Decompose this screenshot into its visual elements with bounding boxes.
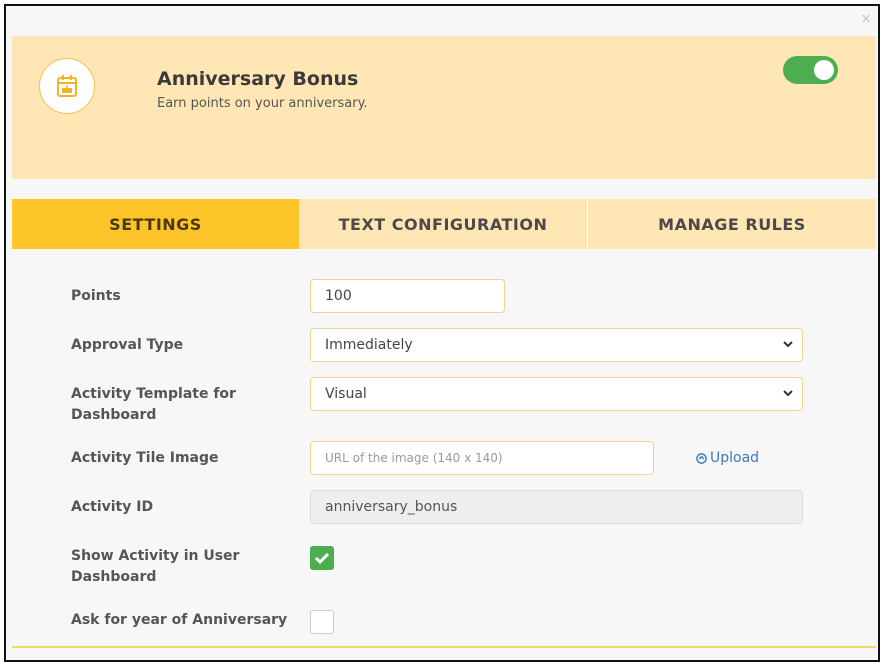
ask-year-label: Ask for year of Anniversary — [71, 612, 288, 628]
tile-image-label: Activity Tile Image — [71, 450, 219, 466]
chevron-down-icon — [783, 341, 793, 348]
activity-title: Anniversary Bonus — [157, 68, 359, 90]
approval-type-value: Immediately — [325, 337, 413, 353]
close-icon[interactable]: × — [860, 12, 872, 26]
activity-header: Anniversary Bonus Earn points on your an… — [12, 36, 876, 179]
activity-template-select[interactable]: Visual — [310, 377, 803, 411]
chevron-down-icon — [783, 390, 793, 397]
upload-button[interactable]: Upload — [696, 450, 759, 466]
ask-year-checkbox[interactable] — [310, 610, 334, 634]
tab-bar: SETTINGS TEXT CONFIGURATION MANAGE RULES — [12, 199, 876, 249]
calendar-cake-icon — [39, 58, 95, 114]
activity-subtitle: Earn points on your anniversary. — [157, 96, 368, 111]
activity-id-label: Activity ID — [71, 499, 154, 515]
upload-label: Upload — [710, 450, 760, 466]
activity-id-input: anniversary_bonus — [310, 490, 803, 524]
activity-enabled-toggle[interactable] — [783, 56, 838, 84]
points-label: Points — [71, 288, 121, 304]
approval-type-label: Approval Type — [71, 337, 184, 353]
upload-icon — [696, 452, 707, 464]
show-in-dashboard-checkbox[interactable] — [310, 546, 334, 570]
divider — [12, 646, 876, 648]
approval-type-select[interactable]: Immediately — [310, 328, 803, 362]
activity-template-value: Visual — [325, 386, 367, 402]
activity-modal: × Anniversary Bonus Earn points on your … — [4, 4, 880, 662]
tab-text-configuration[interactable]: TEXT CONFIGURATION — [299, 199, 588, 249]
tile-image-url-input[interactable]: URL of the image (140 x 140) — [310, 441, 654, 475]
activity-template-label: Activity Template for Dashboard — [71, 386, 236, 423]
tile-image-placeholder: URL of the image (140 x 140) — [325, 451, 503, 465]
tab-manage-rules[interactable]: MANAGE RULES — [588, 199, 876, 249]
points-input[interactable]: 100 — [310, 279, 505, 313]
tab-settings[interactable]: SETTINGS — [12, 199, 299, 249]
points-value: 100 — [325, 288, 352, 304]
toggle-knob — [814, 60, 834, 80]
show-in-dashboard-label: Show Activity in User Dashboard — [71, 548, 240, 585]
activity-id-value: anniversary_bonus — [325, 499, 458, 515]
checkmark-icon — [314, 552, 330, 565]
